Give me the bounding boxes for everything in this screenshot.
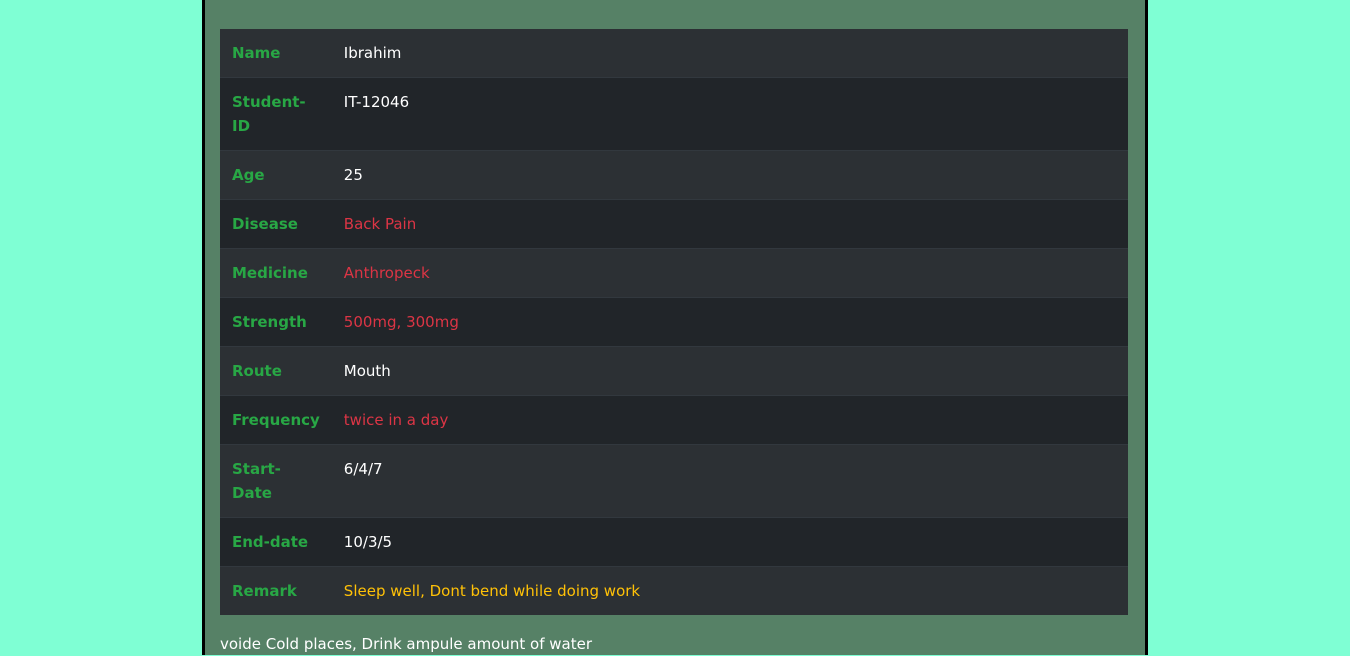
row-label: End-date [220, 517, 332, 567]
row-value: 500mg, 300mg [331, 297, 1128, 347]
table-row: Route Mouth [220, 346, 1128, 396]
row-value: Back Pain [331, 199, 1128, 249]
row-label: Medicine [220, 248, 332, 298]
row-value: 10/3/5 [331, 517, 1128, 567]
table-row: Disease Back Pain [220, 199, 1128, 249]
row-value: IT-12046 [331, 77, 1128, 151]
table-row: Start-Date 6/4/7 [220, 444, 1128, 518]
row-label: Name [232, 44, 281, 62]
row-value: Ibrahim [343, 44, 402, 62]
row-label: Student-ID [220, 77, 332, 151]
content-panel: Name Ibrahim Student-ID IT-12046 Age 25 … [202, 0, 1148, 655]
row-label: Strength [220, 297, 332, 347]
table-row: Strength 500mg, 300mg [220, 297, 1128, 347]
row-value: 25 [331, 150, 1128, 200]
row-label: Disease [220, 199, 332, 249]
table-row: Medicine Anthropeck [220, 248, 1128, 298]
row-value: Mouth [331, 346, 1128, 396]
remark-continuation-text: voide Cold places, Drink ampule amount o… [220, 635, 593, 653]
row-label: Age [220, 150, 332, 200]
table-row: Student-ID IT-12046 [220, 77, 1128, 151]
table-row: Age 25 [220, 150, 1128, 200]
row-label: Remark [220, 566, 332, 615]
row-label: Start-Date [220, 444, 332, 518]
table-row: Remark Sleep well, Dont bend while doing… [220, 566, 1128, 615]
row-label: Route [220, 346, 332, 396]
row-value: twice in a day [331, 395, 1128, 445]
row-value: Anthropeck [331, 248, 1128, 298]
row-label: Frequency [220, 395, 332, 445]
table-row: End-date 10/3/5 [220, 517, 1128, 567]
row-value: Sleep well, Dont bend while doing work [331, 566, 1128, 615]
table-row: Frequency twice in a day [220, 395, 1128, 445]
student-info-table: Name Ibrahim Student-ID IT-12046 Age 25 … [220, 29, 1128, 615]
row-value: 6/4/7 [331, 444, 1128, 518]
table-row: Name Ibrahim [220, 29, 1128, 78]
